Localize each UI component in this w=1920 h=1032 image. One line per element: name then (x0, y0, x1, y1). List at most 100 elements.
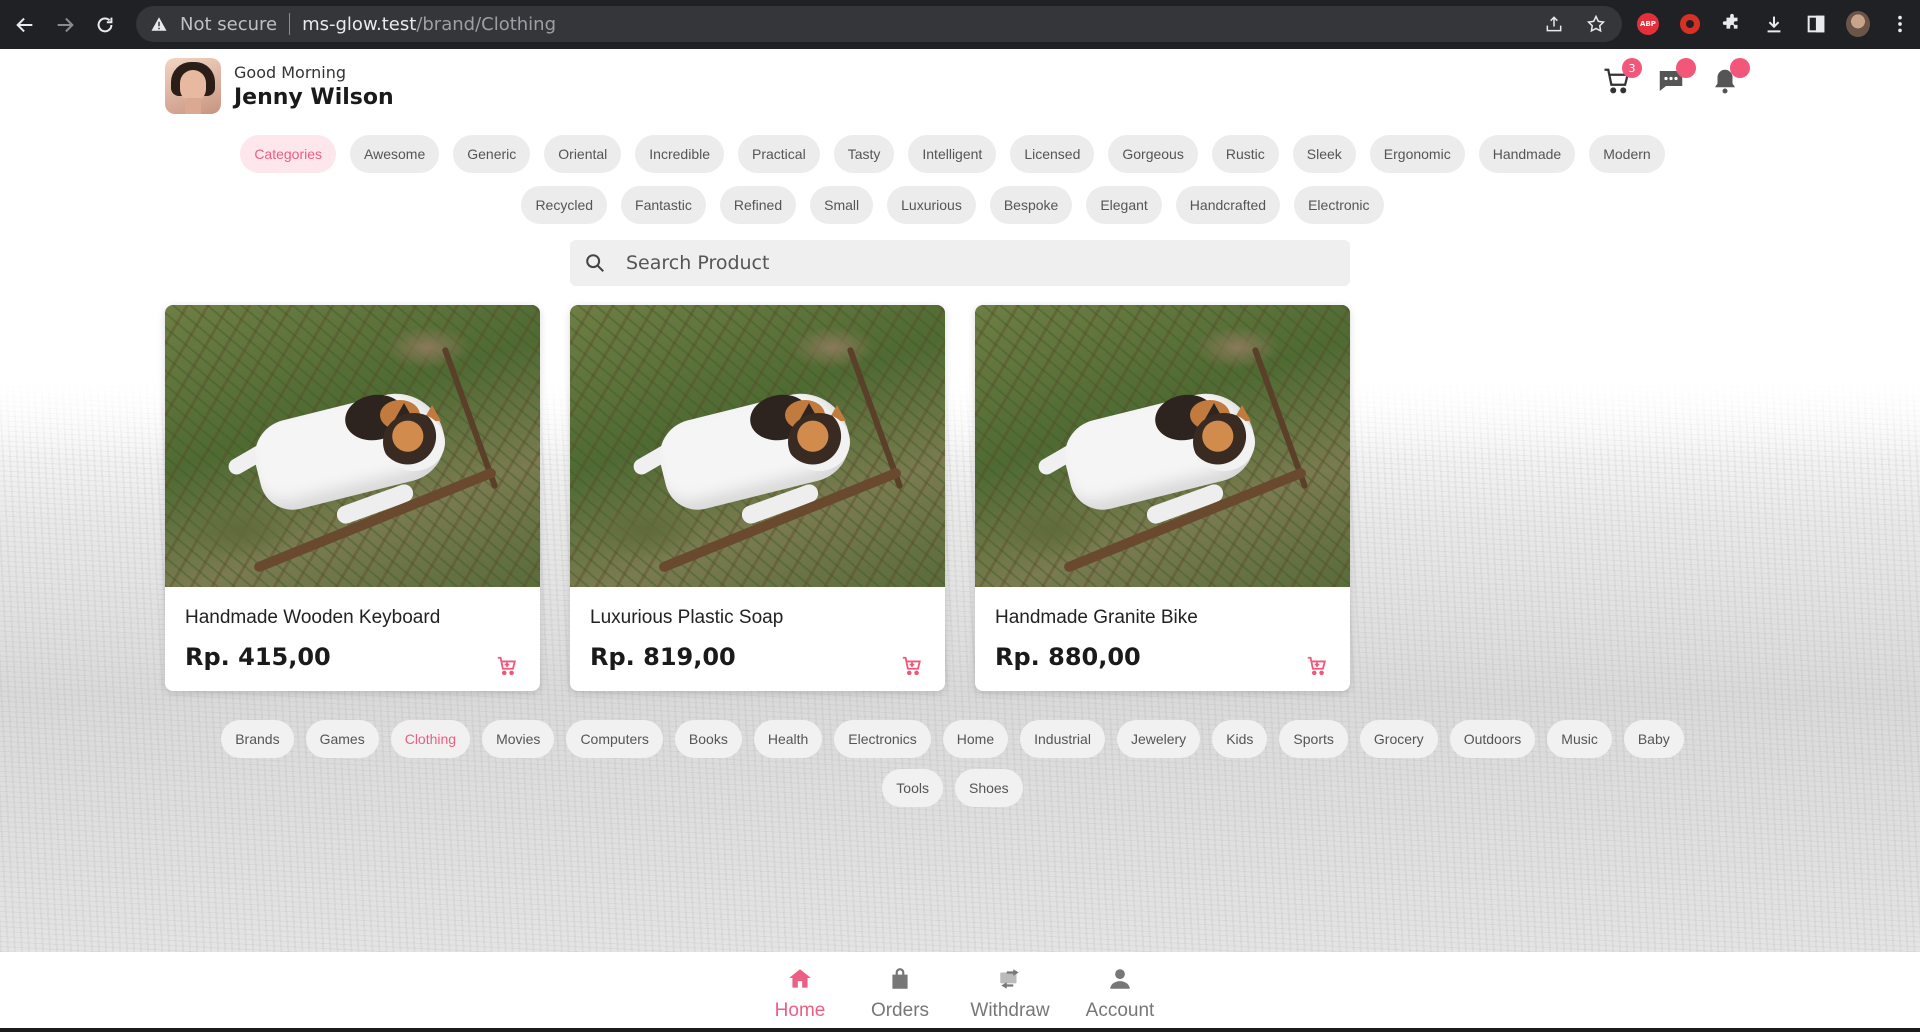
brand-chip-health[interactable]: Health (753, 720, 823, 758)
category-chip-fantastic[interactable]: Fantastic (621, 186, 706, 224)
bottom-nav: Home Orders Withdraw Account (0, 952, 1920, 1032)
back-icon[interactable] (10, 10, 40, 40)
notification-badge (1730, 58, 1750, 78)
category-chip-intelligent[interactable]: Intelligent (908, 135, 997, 173)
brand-chip-outdoors[interactable]: Outdoors (1449, 720, 1536, 758)
search-bar[interactable] (570, 240, 1350, 286)
profile-avatar[interactable] (1846, 11, 1870, 37)
product-price: Rp. 880,00 (995, 643, 1141, 671)
category-chip-handmade[interactable]: Handmade (1478, 135, 1576, 173)
transfer-icon (997, 966, 1023, 996)
product-card[interactable]: Luxurious Plastic Soap Rp. 819,00 (570, 305, 945, 691)
add-to-cart-icon[interactable] (1306, 655, 1328, 677)
taskbar-strip (0, 1028, 1920, 1032)
kebab-menu-icon[interactable] (1888, 12, 1912, 36)
brand-chip-music[interactable]: Music (1547, 720, 1612, 758)
brand-chip-sports[interactable]: Sports (1279, 720, 1348, 758)
star-icon[interactable] (1586, 14, 1606, 34)
product-name[interactable]: Luxurious Plastic Soap (590, 607, 783, 629)
record-icon[interactable] (1678, 12, 1702, 36)
product-grid: Handmade Wooden Keyboard Rp. 415,00 Luxuri… (165, 305, 1350, 691)
category-chip-sleek[interactable]: Sleek (1292, 135, 1356, 173)
category-chip-recycled[interactable]: Recycled (521, 186, 608, 224)
brand-chip-shoes[interactable]: Shoes (954, 769, 1023, 807)
security-status: Not secure (180, 13, 278, 35)
url-path: /brand/Clothing (416, 13, 557, 35)
category-chip-handcrafted[interactable]: Handcrafted (1175, 186, 1281, 224)
category-chip-rustic[interactable]: Rustic (1211, 135, 1279, 173)
nav-withdraw[interactable]: Withdraw (950, 952, 1070, 1032)
user-name: Jenny Wilson (234, 85, 394, 110)
forward-icon[interactable] (50, 10, 80, 40)
category-chip-refined[interactable]: Refined (719, 186, 797, 224)
category-chip-gorgeous[interactable]: Gorgeous (1108, 135, 1198, 173)
brand-chip-grocery[interactable]: Grocery (1359, 720, 1438, 758)
search-icon (586, 254, 604, 272)
brand-chip-home[interactable]: Home (942, 720, 1009, 758)
greeting-text: Good Morning (234, 63, 346, 82)
browser-toolbar: Not secure ms-glow.test /brand/Clothing … (0, 0, 1920, 49)
brand-chip-baby[interactable]: Baby (1623, 720, 1684, 758)
nav-orders[interactable]: Orders (850, 952, 950, 1032)
search-input[interactable] (626, 252, 1326, 274)
add-to-cart-icon[interactable] (901, 655, 923, 677)
brand-chips: Brands Games Clothing Movies Computers Books H… (165, 720, 1740, 807)
category-chips: Categories Awesome Generic Oriental Incredib… (165, 135, 1740, 224)
category-chip-small[interactable]: Small (810, 186, 874, 224)
address-bar[interactable]: Not secure ms-glow.test /brand/Clothing (136, 6, 1622, 42)
brand-chip-industrial[interactable]: Industrial (1020, 720, 1105, 758)
category-chip-awesome[interactable]: Awesome (350, 135, 440, 173)
category-chip-practical[interactable]: Practical (738, 135, 820, 173)
product-image[interactable] (165, 305, 540, 587)
download-icon[interactable] (1762, 12, 1786, 36)
category-chip-ergonomic[interactable]: Ergonomic (1369, 135, 1465, 173)
category-chip-licensed[interactable]: Licensed (1010, 135, 1095, 173)
cart-badge: 3 (1622, 58, 1642, 78)
add-to-cart-icon[interactable] (496, 655, 518, 677)
product-card[interactable]: Handmade Wooden Keyboard Rp. 415,00 (165, 305, 540, 691)
category-chip-categories[interactable]: Categories (240, 135, 337, 173)
category-chip-tasty[interactable]: Tasty (833, 135, 895, 173)
sidepanel-icon[interactable] (1804, 12, 1828, 36)
brand-chip-jewelery[interactable]: Jewelery (1116, 720, 1201, 758)
cart-icon[interactable]: 3 (1602, 58, 1642, 96)
bell-icon[interactable] (1710, 58, 1750, 96)
puzzle-icon[interactable] (1720, 12, 1744, 36)
category-chip-elegant[interactable]: Elegant (1086, 186, 1162, 224)
category-chip-oriental[interactable]: Oriental (544, 135, 622, 173)
chat-icon[interactable] (1656, 58, 1696, 96)
brand-chip-electronics[interactable]: Electronics (834, 720, 931, 758)
brand-chip-brands[interactable]: Brands (221, 720, 294, 758)
product-card[interactable]: Handmade Granite Bike Rp. 880,00 (975, 305, 1350, 691)
brand-chip-clothing[interactable]: Clothing (390, 720, 471, 758)
brand-chip-games[interactable]: Games (305, 720, 379, 758)
brand-chip-kids[interactable]: Kids (1212, 720, 1268, 758)
product-price: Rp. 819,00 (590, 643, 736, 671)
home-icon (787, 966, 813, 996)
user-icon (1107, 966, 1133, 996)
bag-icon (887, 966, 913, 996)
brand-chip-tools[interactable]: Tools (882, 769, 943, 807)
nav-account[interactable]: Account (1070, 952, 1170, 1032)
brand-chip-books[interactable]: Books (674, 720, 742, 758)
category-chip-generic[interactable]: Generic (453, 135, 531, 173)
abp-icon[interactable]: ABP (1636, 12, 1660, 36)
product-name[interactable]: Handmade Wooden Keyboard (185, 607, 440, 629)
product-image[interactable] (975, 305, 1350, 587)
brand-chip-movies[interactable]: Movies (482, 720, 555, 758)
url-host: ms-glow.test (302, 13, 417, 35)
brand-chip-computers[interactable]: Computers (566, 720, 663, 758)
category-chip-luxurious[interactable]: Luxurious (887, 186, 976, 224)
nav-home[interactable]: Home (750, 952, 850, 1032)
product-image[interactable] (570, 305, 945, 587)
divider (289, 13, 291, 35)
product-name[interactable]: Handmade Granite Bike (995, 607, 1198, 629)
avatar[interactable] (165, 58, 221, 114)
category-chip-bespoke[interactable]: Bespoke (989, 186, 1073, 224)
category-chip-incredible[interactable]: Incredible (635, 135, 724, 173)
reload-icon[interactable] (90, 10, 120, 40)
category-chip-electronic[interactable]: Electronic (1294, 186, 1384, 224)
app-header: Good Morning Jenny Wilson 3 (165, 58, 1750, 118)
share-icon[interactable] (1544, 14, 1564, 34)
category-chip-modern[interactable]: Modern (1589, 135, 1665, 173)
